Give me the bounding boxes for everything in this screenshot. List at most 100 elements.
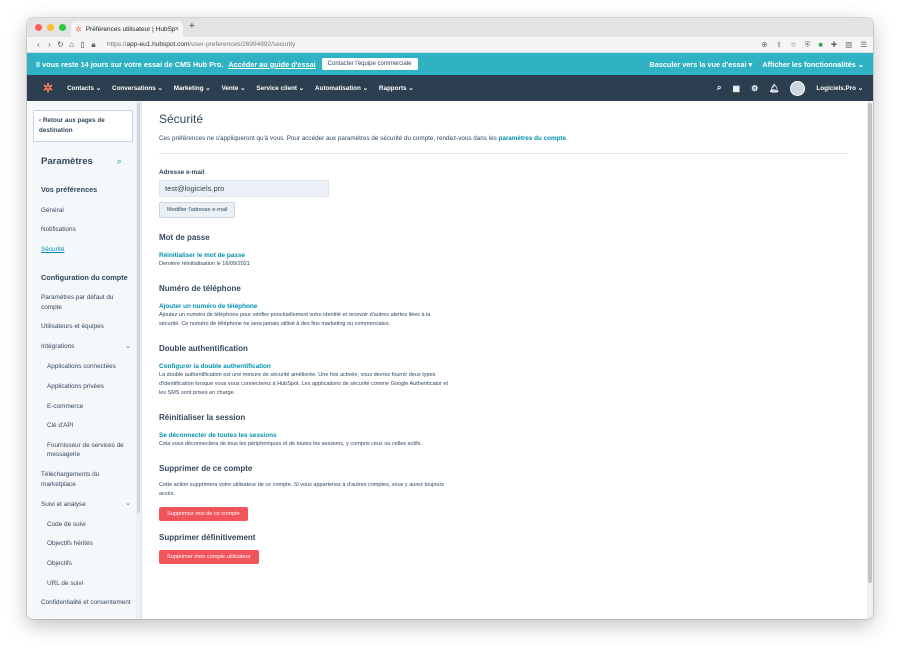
zoom-icon[interactable]: ⊕ [761,40,767,49]
nav-automation[interactable]: Automatisation ⌄ [315,85,368,92]
nav-marketing[interactable]: Marketing ⌄ [174,85,211,92]
browser-window: ✲ Préférences utilisateur | HubSp × + ‹ … [27,18,873,619]
url-field[interactable]: https://app-eu1.hubspot.com/user-prefere… [107,41,295,48]
account-menu[interactable]: Logiciels.Pro ⌄ [816,85,863,92]
shield-icon[interactable]: ⛨ [805,40,811,50]
nav-sales[interactable]: Vente ⌄ [222,85,246,92]
sidebar-scrollbar[interactable] [136,101,141,619]
email-label: Adresse e-mail [159,168,205,176]
nav-conversations[interactable]: Conversations ⌄ [112,85,163,92]
sidebar-header: Paramètres ⌕ [41,156,141,167]
page-title: Sécurité [159,112,204,126]
sidebar-item-tracking-code[interactable]: Code de suivi [47,520,131,530]
puzzle-icon[interactable]: ✚ [831,40,837,49]
sidebar-item-ecommerce[interactable]: E-commerce [47,402,131,412]
delete-user-account-button[interactable]: Supprimer mon compte utilisateur [159,550,259,565]
email-field: test@logiciels.pro [159,179,329,197]
new-tab-button[interactable]: + [189,21,195,32]
sidebar-toggle-icon[interactable]: ▥ [845,40,852,49]
trial-banner: Il vous reste 14 jours sur votre essai d… [27,53,873,75]
reset-password-link[interactable]: Réinitialiser le mot de passe [159,252,853,259]
sidebar-item-general[interactable]: Général [41,206,131,216]
url-path: /user-preferences/26994892/security [189,41,296,48]
setup-twofa-link[interactable]: Configurer la double authentification [159,363,853,370]
notifications-bell-icon[interactable]: 🔔︎ [769,84,779,93]
sidebar-item-security[interactable]: Sécurité [41,245,131,255]
switch-trial-view-button[interactable]: Basculer vers la vue d'essai ▾ [649,60,752,69]
sidebar-item-legacy-goals[interactable]: Objectifs hérités [47,539,131,549]
hubspot-favicon-icon: ✲ [75,24,82,34]
contact-sales-button[interactable]: Contacter l'équipe commerciale [321,58,418,70]
logout-all-sessions-link[interactable]: Se déconnecter de toutes les sessions [159,432,853,439]
section-account-config: Configuration du compte [41,272,128,282]
extension-green-icon[interactable]: ■ [818,40,823,49]
forward-arrow-icon[interactable]: › [44,40,55,49]
sidebar-title: Paramètres [41,156,93,168]
reload-icon[interactable]: ↻ [55,40,66,49]
remove-heading: Supprimer de ce compte [159,464,253,474]
url-host: app-eu1.hubspot.com [126,41,190,48]
sidebar-item-account-defaults[interactable]: Paramètres par défaut du compte [41,293,131,312]
sidebar-item-private-apps[interactable]: Applications privées [47,382,131,392]
browser-tab[interactable]: ✲ Préférences utilisateur | HubSp × [71,21,183,37]
share-icon[interactable]: ⇪ [776,40,782,49]
chevron-down-icon[interactable]: ⌄ [125,499,131,510]
password-heading: Mot de passe [159,232,210,242]
hubspot-logo-icon[interactable]: ✲ [43,81,53,95]
window-controls [35,24,66,31]
avatar[interactable] [790,80,806,96]
nav-service[interactable]: Service client ⌄ [256,85,304,92]
twofa-description: La double authentification est une mesur… [159,371,449,397]
sidebar-item-label: Intégrations [41,343,75,351]
main-scroll-thumb[interactable] [868,103,872,583]
phone-description: Ajoutez un numéro de téléphone pour véri… [159,311,431,327]
add-phone-link[interactable]: Ajouter un numéro de téléphone [159,303,853,310]
change-email-button[interactable]: Modifier l'adresse e-mail [159,201,236,218]
marketplace-icon[interactable]: ▦ [733,84,741,93]
sidebar-item-tracking[interactable]: Suivi et analyse ⌄ [41,499,131,510]
sidebar-item-marketplace-downloads[interactable]: Téléchargements du marketplace [41,470,131,489]
lock-icon: 🔒︎ [91,39,96,49]
close-window-button[interactable] [35,24,42,31]
sidebar-item-users-teams[interactable]: Utilisateurs et équipes [41,322,131,332]
home-icon[interactable]: ⌂ [66,40,77,49]
sidebar-item-email-provider[interactable]: Fournisseur de services de messagerie [47,441,131,460]
description-end: . [566,135,568,142]
main-scrollbar[interactable] [867,101,873,619]
star-icon[interactable]: ☆ [790,40,797,49]
bookmark-icon[interactable]: ▯ [77,40,88,49]
back-arrow-icon[interactable]: ‹ [33,40,44,49]
account-settings-link[interactable]: paramètres du compte [498,135,566,142]
chevron-down-icon[interactable]: ⌄ [125,342,131,353]
section-your-preferences: Vos préférences [41,185,98,195]
remove-from-account-button[interactable]: Supprimez-moi de ce compte [159,507,248,522]
sidebar-scroll-thumb[interactable] [137,103,140,513]
trial-guide-link[interactable]: Accéder au guide d'essai [228,60,315,69]
remove-description: Cette action supprimera votre utilisateu… [159,482,445,498]
menu-icon[interactable]: ☰ [860,40,867,49]
sidebar-item-api-key[interactable]: Clé d'API [47,421,131,431]
settings-gear-icon[interactable]: ⚙ [751,84,758,93]
sidebar-item-privacy-consent[interactable]: Confidentialité et consentement [41,598,131,608]
url-scheme: https:// [107,41,127,48]
show-features-button[interactable]: Afficher les fonctionnalités ⌄ [762,60,864,69]
minimize-window-button[interactable] [47,24,54,31]
sidebar-search-icon[interactable]: ⌕ [117,156,122,167]
session-heading: Réinitialiser la session [159,413,246,423]
url-bar: ‹ › ↻ ⌂ ▯ 🔒︎ https://app-eu1.hubspot.com… [27,37,873,53]
nav-contacts[interactable]: Contacts ⌄ [67,85,101,92]
description-text: Ces préférences ne s'appliqueront qu'à v… [159,135,499,142]
maximize-window-button[interactable] [59,24,66,31]
phone-heading: Numéro de téléphone [159,283,241,293]
sidebar-item-connected-apps[interactable]: Applications connectées [47,362,131,372]
sidebar-item-label: Suivi et analyse [41,500,86,508]
sidebar-item-goals[interactable]: Objectifs [47,559,131,569]
search-icon[interactable]: ⌕ [717,83,721,93]
sidebar-item-tracking-url[interactable]: URL de suivi [47,579,131,589]
nav-reports[interactable]: Rapports ⌄ [379,85,414,92]
back-to-landing-pages-button[interactable]: ‹ Retour aux pages de destination [33,110,133,143]
sidebar-item-integrations[interactable]: Intégrations ⌄ [41,342,131,353]
tab-close-icon[interactable]: × [175,26,179,33]
divider [159,152,847,154]
sidebar-item-notifications[interactable]: Notifications [41,225,131,235]
